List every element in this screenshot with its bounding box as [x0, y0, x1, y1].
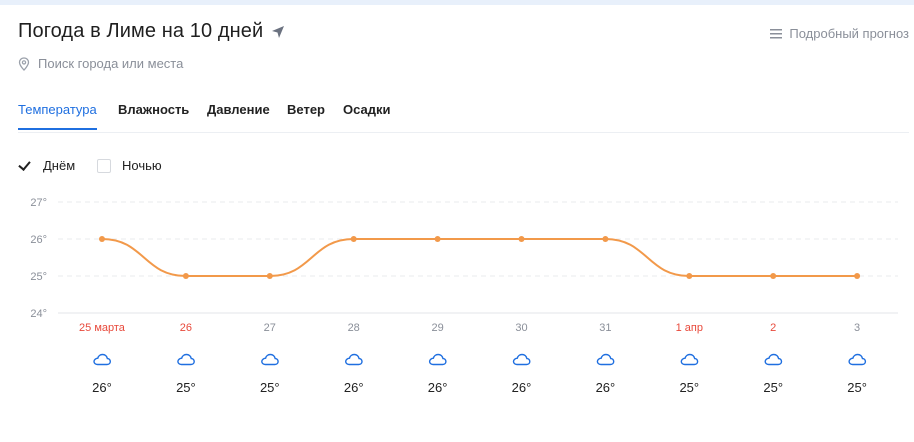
data-point[interactable]: [182, 273, 189, 279]
data-point[interactable]: [686, 273, 693, 279]
cloud-shape: [177, 353, 195, 366]
cloud-shape: [261, 353, 279, 366]
data-point[interactable]: [350, 236, 357, 242]
data-point[interactable]: [99, 236, 105, 242]
day-temperature: 25°: [847, 380, 867, 395]
cloud-icon: [428, 353, 447, 366]
x-tick-label: 30: [515, 322, 527, 334]
cloud-icon: [764, 353, 783, 366]
cloud-icon: [93, 353, 112, 366]
data-point[interactable]: [434, 236, 441, 242]
cloud-shape: [512, 353, 531, 366]
data-point[interactable]: [854, 273, 861, 279]
y-tick-label: 26°: [30, 234, 47, 246]
y-tick-label: 27°: [30, 197, 47, 209]
cloud-shape: [680, 353, 699, 366]
temperature-line: [101, 237, 858, 278]
x-tick-label: 26: [180, 322, 192, 334]
day-temperature: 26°: [428, 380, 448, 395]
cloud-icon: [261, 353, 279, 366]
cloud-icon: [596, 353, 615, 366]
x-tick-label: 1 апр: [676, 322, 703, 334]
cloud-icon: [512, 353, 531, 366]
day-temperature: 25°: [260, 380, 280, 395]
cloud-icon: [680, 353, 699, 366]
day-temperature: 26°: [596, 380, 616, 395]
x-tick-label: 31: [599, 322, 611, 334]
y-tick-label: 25°: [30, 271, 47, 283]
cloud-icon: [345, 353, 363, 366]
x-tick-label: 28: [348, 322, 360, 334]
x-tick-label: 29: [431, 322, 443, 334]
x-tick-label: 25 марта: [79, 322, 126, 334]
day-temperature: 26°: [92, 380, 112, 395]
cloud-shape: [596, 353, 615, 366]
cloud-shape: [428, 353, 447, 366]
cloud-shape: [848, 353, 867, 366]
cloud-icon: [177, 353, 195, 366]
data-point[interactable]: [518, 236, 525, 242]
day-temperature: 26°: [512, 380, 532, 395]
day-temperature: 25°: [763, 380, 783, 395]
x-tick-label: 3: [854, 322, 860, 334]
cloud-icon: [848, 353, 867, 366]
data-point[interactable]: [770, 273, 777, 279]
day-temperature: 25°: [679, 380, 699, 395]
cloud-shape: [345, 353, 363, 366]
x-tick-label: 2: [770, 322, 776, 334]
data-point[interactable]: [266, 273, 273, 279]
cloud-shape: [764, 353, 783, 366]
day-temperature: 25°: [176, 380, 196, 395]
data-point[interactable]: [602, 236, 609, 242]
temperature-chart: 27° 26° 25° 24° 25 марта 26° 26 25° 27 25° 28 26° 29…: [30, 197, 898, 395]
x-tick-label: 27: [264, 322, 276, 334]
day-temperature: 26°: [344, 380, 364, 395]
y-tick-label: 24°: [30, 308, 47, 320]
cloud-shape: [93, 353, 112, 366]
